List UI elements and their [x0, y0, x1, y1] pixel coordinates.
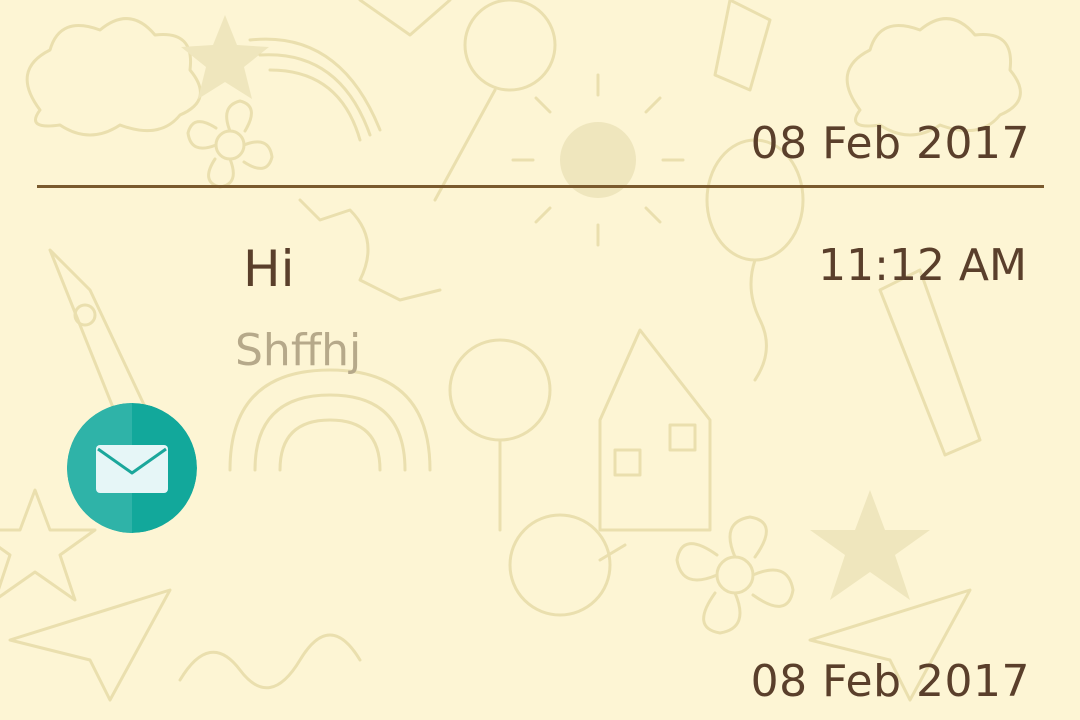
mail-icon: [67, 403, 197, 533]
date-separator-top: 08 Feb 2017: [750, 118, 1030, 169]
message-time: 11:12 AM: [818, 240, 1027, 291]
divider: [37, 185, 1044, 188]
message-title: Hi: [243, 240, 295, 298]
date-separator-bottom: 08 Feb 2017: [750, 656, 1030, 707]
message-preview: Shffhj: [235, 325, 362, 376]
